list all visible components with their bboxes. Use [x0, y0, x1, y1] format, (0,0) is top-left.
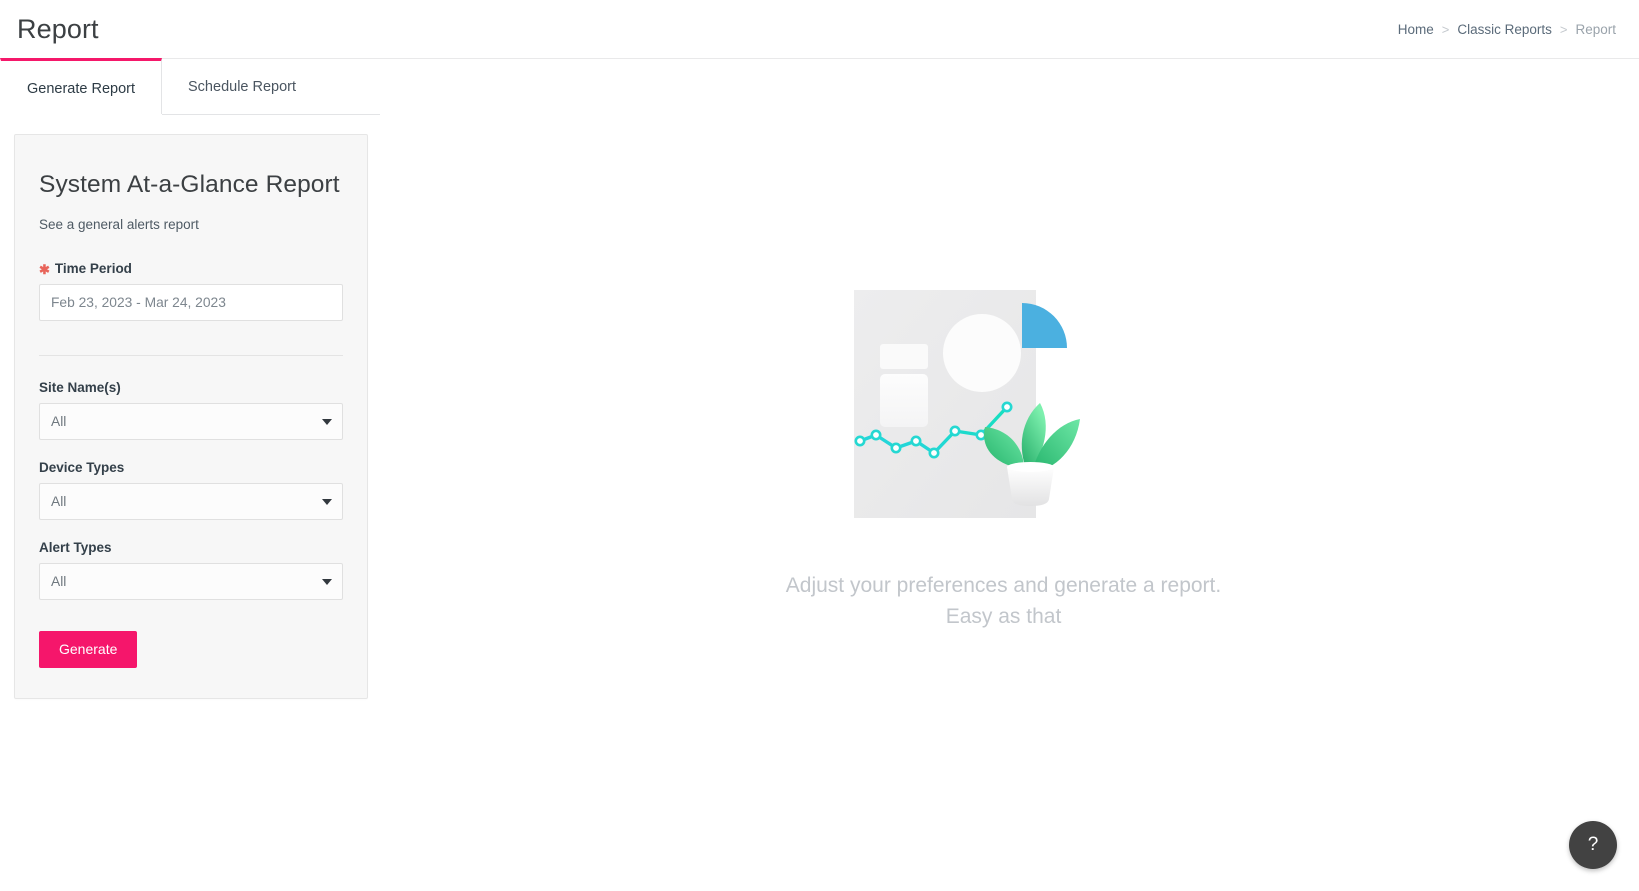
alert-types-select[interactable]: All — [39, 563, 343, 601]
tab-schedule-report-label: Schedule Report — [188, 79, 297, 95]
time-period-label: ✱ Time Period — [39, 261, 343, 276]
alert-types-select-wrap: All — [39, 563, 343, 601]
alert-types-value: All — [51, 574, 67, 590]
tab-bar: Generate Report Schedule Report — [0, 58, 1639, 116]
device-types-value: All — [51, 494, 67, 510]
empty-state-message: Adjust your preferences and generate a r… — [786, 571, 1221, 633]
site-names-field: Site Name(s) All — [39, 380, 343, 441]
report-illustration — [853, 285, 1154, 535]
report-config-panel: System At-a-Glance Report See a general … — [14, 134, 368, 700]
alert-types-field: Alert Types All — [39, 540, 343, 601]
generate-button[interactable]: Generate — [39, 631, 138, 669]
content-area: System At-a-Glance Report See a general … — [0, 115, 1639, 700]
empty-state-line-1: Adjust your preferences and generate a r… — [785, 574, 1222, 597]
breadcrumb-item-home[interactable]: Home — [1398, 22, 1434, 37]
device-types-field: Device Types All — [39, 460, 343, 521]
help-button[interactable]: ? — [1569, 821, 1617, 869]
breadcrumb-separator-icon: > — [1559, 21, 1568, 37]
breadcrumb-separator-icon: > — [1441, 21, 1450, 37]
device-types-select-wrap: All — [39, 483, 343, 521]
site-names-select[interactable]: All — [39, 403, 343, 441]
breadcrumb-item-report: Report — [1575, 21, 1616, 37]
empty-state-line-2: Easy as that — [945, 604, 1062, 628]
report-panel-subtitle: See a general alerts report — [39, 217, 199, 233]
page-header: Report Home > Classic Reports > Report — [0, 0, 1639, 59]
report-illustration-svg — [853, 290, 1080, 518]
breadcrumb-item-classic-reports[interactable]: Classic Reports — [1457, 22, 1552, 37]
site-names-select-wrap: All — [39, 403, 343, 441]
tab-generate-report-label: Generate Report — [27, 80, 136, 97]
site-names-value: All — [51, 414, 67, 430]
panel-divider — [39, 355, 343, 357]
page-title: Report — [17, 13, 99, 44]
tab-generate-report[interactable]: Generate Report — [0, 58, 163, 116]
question-mark-icon: ? — [1587, 834, 1599, 855]
time-period-input[interactable] — [39, 284, 343, 322]
tab-schedule-report[interactable]: Schedule Report — [162, 59, 322, 115]
device-types-select[interactable]: All — [39, 483, 343, 521]
time-period-field: ✱ Time Period — [39, 261, 343, 322]
report-panel-title: System At-a-Glance Report — [39, 171, 340, 198]
required-asterisk-icon: ✱ — [39, 262, 50, 278]
site-names-label: Site Name(s) — [39, 380, 121, 396]
alert-types-label: Alert Types — [39, 540, 112, 556]
breadcrumb: Home > Classic Reports > Report — [1398, 22, 1623, 37]
device-types-label: Device Types — [39, 460, 125, 476]
empty-state: Adjust your preferences and generate a r… — [368, 115, 1639, 633]
time-period-label-text: Time Period — [54, 261, 132, 277]
